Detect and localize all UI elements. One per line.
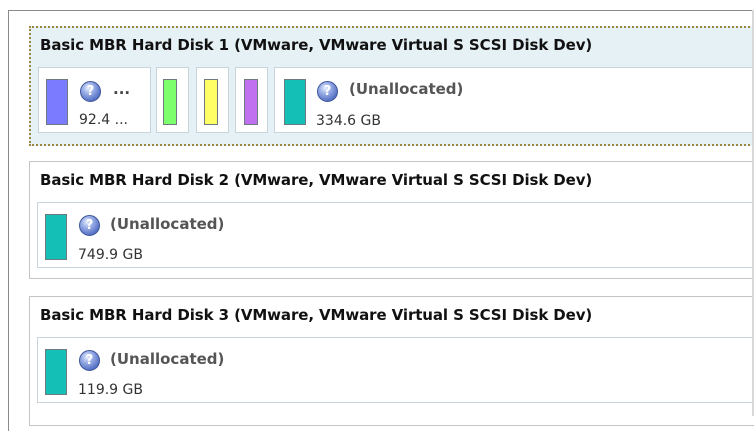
partition-2[interactable] xyxy=(156,67,189,133)
partition-unallocated[interactable]: ? (Unallocated) 749.9 GB xyxy=(37,202,754,268)
question-mark-icon: ? xyxy=(79,215,100,236)
partition-unallocated[interactable]: ? (Unallocated) 119.9 GB xyxy=(37,337,754,403)
partition-color-bar xyxy=(163,79,177,125)
question-mark-icon: ? xyxy=(317,81,338,102)
partition-size: 334.6 GB xyxy=(316,113,381,129)
partition-unallocated[interactable]: ? (Unallocated) 334.6 GB xyxy=(274,67,754,133)
disk-2[interactable]: Basic MBR Hard Disk 2 (VMware, VMware Vi… xyxy=(29,161,754,279)
disk-title: Basic MBR Hard Disk 2 (VMware, VMware Vi… xyxy=(40,171,593,189)
partition-label: (Unallocated) xyxy=(110,215,225,233)
question-mark-icon: ? xyxy=(80,81,101,102)
partition-color-bar xyxy=(204,79,218,125)
partition-label: (Unallocated) xyxy=(110,350,225,368)
partition-color-bar xyxy=(46,79,68,125)
disk-map-panel: Basic MBR Hard Disk 1 (VMware, VMware Vi… xyxy=(8,10,754,431)
partition-color-bar xyxy=(45,349,67,395)
disk-1[interactable]: Basic MBR Hard Disk 1 (VMware, VMware Vi… xyxy=(29,26,754,146)
partition-size: 749.9 GB xyxy=(78,247,143,263)
partition-3[interactable] xyxy=(196,67,229,133)
partition-size: 119.9 GB xyxy=(78,382,143,398)
disk-3[interactable]: Basic MBR Hard Disk 3 (VMware, VMware Vi… xyxy=(29,296,754,426)
question-mark-icon: ? xyxy=(79,350,100,371)
partition-1[interactable]: ? ... 92.4 ... xyxy=(38,67,151,133)
disk-title: Basic MBR Hard Disk 3 (VMware, VMware Vi… xyxy=(40,306,593,324)
partition-label: (Unallocated) xyxy=(349,80,464,98)
partition-color-bar xyxy=(284,79,306,125)
partition-size: 92.4 ... xyxy=(79,112,128,128)
partition-4[interactable] xyxy=(235,67,268,133)
partition-color-bar xyxy=(244,79,258,125)
partition-color-bar xyxy=(45,214,67,260)
partition-label: ... xyxy=(113,80,131,98)
disk-title: Basic MBR Hard Disk 1 (VMware, VMware Vi… xyxy=(40,36,593,54)
